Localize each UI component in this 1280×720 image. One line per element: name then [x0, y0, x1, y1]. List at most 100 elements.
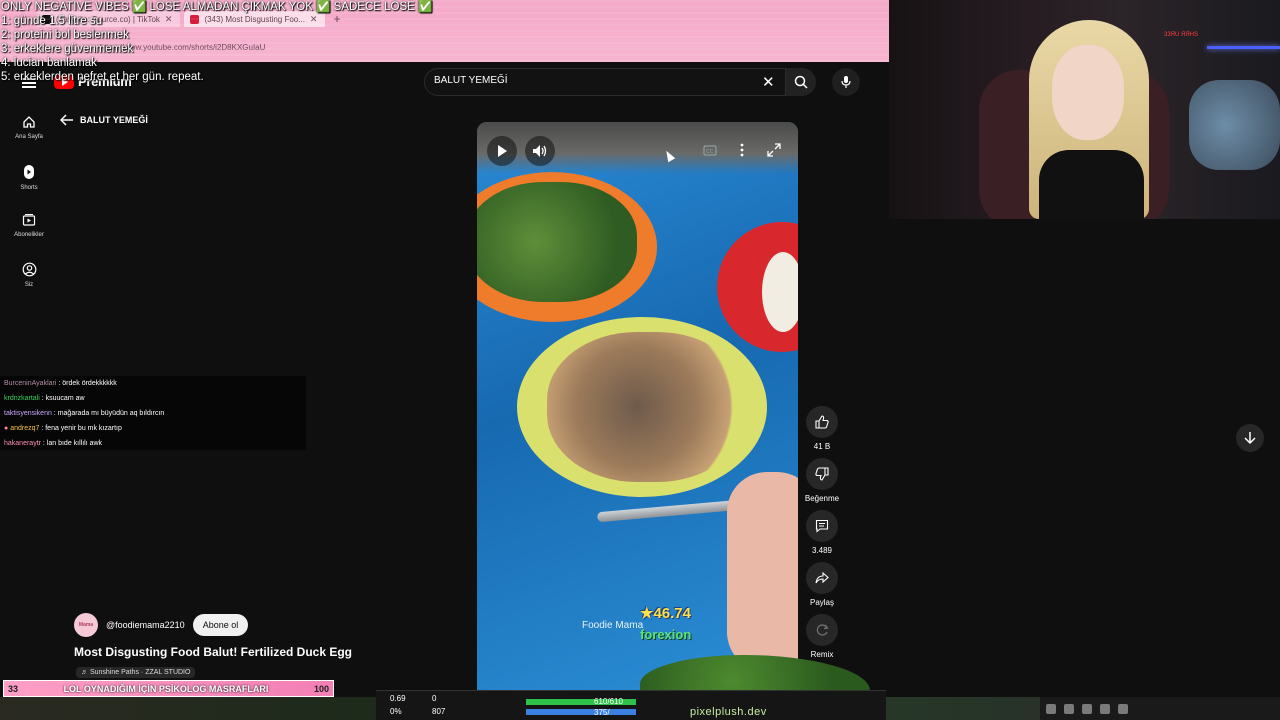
video-content — [727, 472, 798, 672]
like-count: 41 B — [813, 442, 831, 451]
video-content — [477, 182, 637, 302]
video-title: Most Disgusting Food Balut! Fertilized D… — [74, 645, 352, 659]
goal-target: 100 — [313, 683, 329, 694]
webcam-feed: 33ЯU ЯЯHS — [889, 0, 1280, 219]
overlay-line: 4: lucian banlamak — [1, 57, 97, 69]
video-content — [547, 332, 747, 482]
tray-icon[interactable] — [1118, 703, 1128, 714]
tray-icon[interactable] — [1100, 703, 1110, 714]
overlay-line: 3: erkeklere güvenmemek — [1, 43, 134, 55]
mana-bar — [526, 709, 636, 715]
you-icon — [22, 262, 36, 277]
hud-gold: 807 — [432, 707, 446, 716]
stream-goal-bar: 33 LOL OYNADIĞIM İÇİN PSİKOLOG MASRAFLAR… — [3, 680, 334, 697]
like-action[interactable]: 41 B — [804, 406, 840, 451]
share-label: Paylaş — [809, 598, 834, 607]
next-video-button[interactable] — [1236, 424, 1264, 452]
chat-text: ördek ördekkkkkk — [62, 380, 117, 387]
points-overlay: ★46.74 — [640, 605, 691, 622]
screen: (Favorite: Source.co) | TikTok ✕ (343) M… — [0, 0, 1280, 720]
chat-text: fena yenir bu mk kızartıp — [45, 425, 122, 432]
subscribe-button[interactable]: Abone ol — [192, 614, 249, 636]
back-label: BALUT YEMEĞİ — [80, 115, 148, 125]
back-to-search[interactable]: BALUT YEMEĞİ — [60, 114, 148, 126]
tray-icon[interactable] — [1046, 703, 1056, 714]
nav-you[interactable]: Siz — [6, 262, 52, 288]
chat-overlay: BurceninAyaklari : ördek ördekkkkkk krdn… — [0, 376, 306, 450]
nav-label: Ana Sayfa — [15, 134, 43, 140]
chat-message: taktisyensikenn : mağarada mı büyüdün aq… — [4, 410, 165, 417]
voice-search-button[interactable] — [832, 68, 860, 96]
nav-home[interactable]: Ana Sayfa — [6, 115, 52, 140]
chat-text: ksuucam aw — [45, 395, 85, 402]
expand-icon — [767, 143, 781, 157]
dislike-action[interactable]: Beğenme — [804, 458, 840, 503]
dislike-label: Beğenme — [804, 494, 840, 503]
more-options-button[interactable] — [728, 136, 756, 164]
chat-text: mağarada mı büyüdün aq bıldırcın — [57, 410, 165, 417]
chat-message: ● andrezq7 : fena yenir bu mk kızartıp — [4, 425, 122, 432]
nav-subscriptions[interactable]: Abonelikler — [6, 213, 52, 238]
goal-text: LOL OYNADIĞIM İÇİN PSİKOLOG MASRAFLARI — [63, 683, 269, 694]
home-icon — [23, 116, 35, 128]
remix-action[interactable]: Remix — [804, 614, 840, 659]
remix-button[interactable] — [806, 614, 838, 646]
overlay-line: 1: günde 1.5 litre su — [1, 15, 103, 27]
remix-label: Remix — [810, 650, 834, 659]
share-button[interactable] — [806, 562, 838, 594]
fullscreen-button[interactable] — [760, 136, 788, 164]
neon-light — [1207, 46, 1280, 49]
shorts-icon — [24, 165, 34, 179]
svg-text:CC: CC — [706, 149, 714, 155]
overlay-line: 2: proteini bol beslenmek — [1, 29, 129, 41]
system-tray — [1040, 697, 1280, 720]
hud-cs: 0 — [432, 694, 437, 703]
dislike-button[interactable] — [806, 458, 838, 490]
hud-hp: 610/610 — [594, 697, 623, 706]
share-icon — [815, 572, 829, 584]
sound-tag[interactable]: ♬ Sunshine Paths · ZZAL STUDIO — [76, 667, 196, 678]
share-action[interactable]: Paylaş — [804, 562, 840, 607]
pixelplush-branding: pixelplush.dev — [690, 706, 767, 718]
like-button[interactable] — [806, 406, 838, 438]
chat-user: andrezq7 — [10, 425, 40, 432]
nav-label: Abonelikler — [14, 232, 44, 238]
tray-icon[interactable] — [1082, 703, 1092, 714]
search-query: BALUT YEMEĞİ — [434, 75, 508, 86]
stream-text-overlay: ONLY NEGATIVE VIBES ✅ LOSE ALMADAN ÇIKMA… — [1, 0, 432, 84]
channel-avatar[interactable]: Mama — [74, 613, 98, 637]
goal-current: 33 — [8, 683, 19, 694]
remix-icon — [816, 624, 829, 636]
shorts-video[interactable]: CC Foodie Mama ★46.74 forexion — [477, 122, 798, 692]
overlay-line: 5: erkeklerden nefret et her gün. repeat… — [1, 71, 204, 83]
badge-icon: ● — [4, 425, 9, 432]
video-controls-right: CC — [696, 136, 788, 164]
captions-icon: CC — [703, 145, 717, 155]
nav-shorts[interactable]: Shorts — [6, 164, 52, 191]
volume-button[interactable] — [525, 136, 555, 166]
hud-mana: 375/ — [594, 708, 610, 717]
webcam-plushies — [1189, 80, 1280, 170]
channel-row: Mama @foodiemama2210 Abone ol — [74, 613, 249, 637]
tray-icon[interactable] — [1064, 703, 1074, 714]
chat-user: hakaneraytr — [4, 440, 41, 447]
chat-message: BurceninAyaklari : ördek ördekkkkkk — [4, 380, 117, 387]
streamer-clothing — [1039, 150, 1144, 219]
chat-user: krdnzkartali — [4, 395, 40, 402]
chat-message: hakaneraytr : lan bıde kıllılı awk — [4, 440, 103, 447]
video-watermark: Foodie Mama — [582, 620, 644, 631]
nav-label: Siz — [24, 282, 34, 288]
channel-handle[interactable]: @foodiemama2210 — [106, 620, 185, 630]
chat-text: lan bıde kıllılı awk — [46, 440, 103, 447]
search-button[interactable] — [786, 68, 816, 96]
comment-action[interactable]: 3.489 — [804, 510, 840, 555]
play-button[interactable] — [487, 136, 517, 166]
microphone-icon — [841, 76, 851, 88]
streamer-face — [1052, 45, 1124, 140]
webcam-sign: 33ЯU ЯЯHS — [1164, 32, 1199, 38]
hud-kda: 0.69 — [390, 694, 406, 703]
game-hud: 0.69 0 0% 807 610/610 375/ — [376, 690, 886, 720]
captions-button[interactable]: CC — [696, 136, 724, 164]
clear-search-icon[interactable]: ✕ — [762, 73, 775, 91]
comments-button[interactable] — [806, 510, 838, 542]
